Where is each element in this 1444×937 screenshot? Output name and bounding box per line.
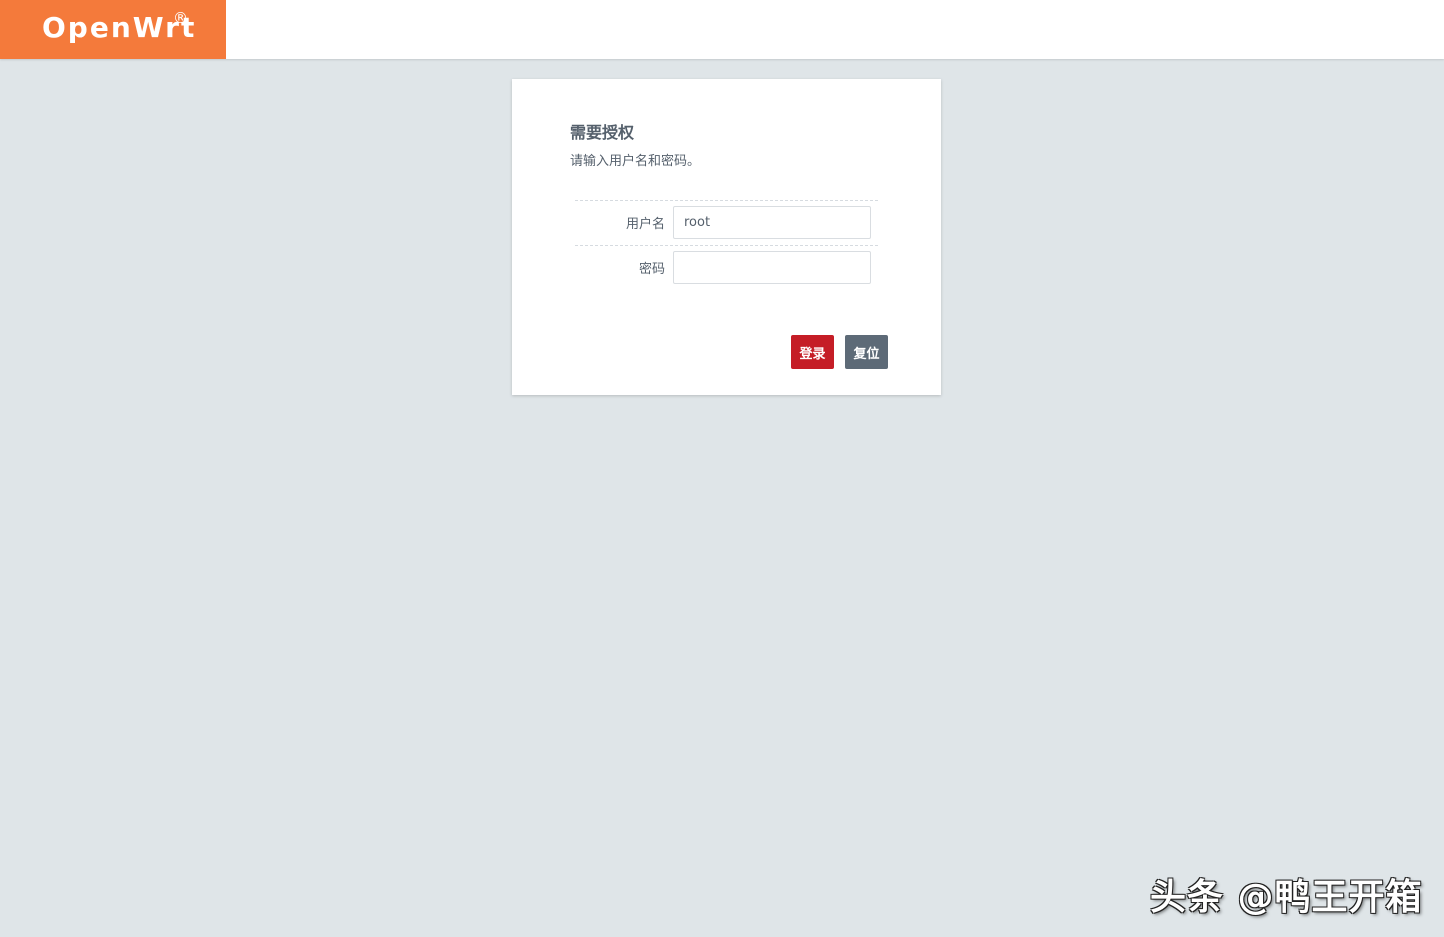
brand-logo-link[interactable]: OpenWrt ® <box>0 0 226 59</box>
login-title: 需要授权 <box>570 123 635 142</box>
reset-button[interactable]: 复位 <box>845 335 888 369</box>
top-bar: OpenWrt ® <box>0 0 1444 59</box>
login-description: 请输入用户名和密码。 <box>570 154 701 169</box>
login-button[interactable]: 登录 <box>791 335 834 369</box>
password-label: 密码 <box>638 262 665 277</box>
username-label: 用户名 <box>625 217 665 232</box>
registered-mark: ® <box>173 9 188 27</box>
password-input[interactable] <box>673 251 871 284</box>
username-input[interactable] <box>673 206 871 239</box>
watermark: 头条 @鸭王开箱 <box>1150 877 1423 918</box>
row-divider <box>575 245 878 246</box>
login-card: 需要授权 请输入用户名和密码。 用户名 密码 登录 复位 <box>512 79 941 395</box>
row-divider <box>575 200 878 201</box>
